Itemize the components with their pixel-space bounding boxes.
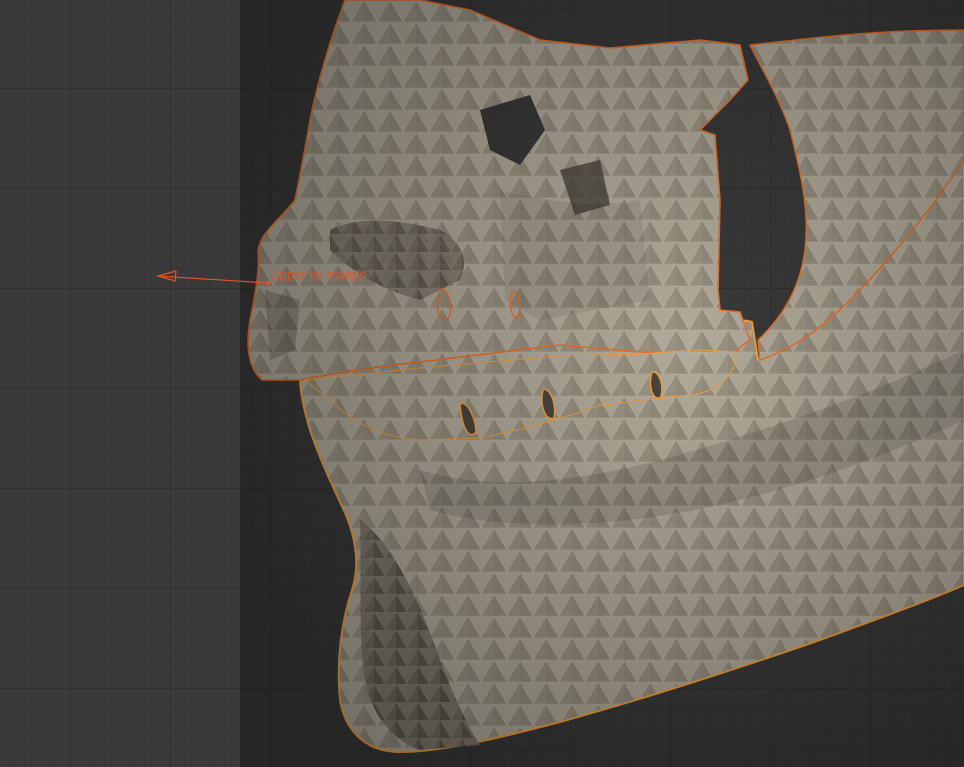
maxilla-mesh[interactable] bbox=[247, 0, 751, 381]
annotation-arrow bbox=[155, 270, 271, 286]
annotation-label: Upper lip margin bbox=[270, 267, 367, 282]
scene-canvas[interactable] bbox=[0, 0, 964, 767]
3d-viewport[interactable]: Upper lip margin bbox=[0, 0, 964, 767]
